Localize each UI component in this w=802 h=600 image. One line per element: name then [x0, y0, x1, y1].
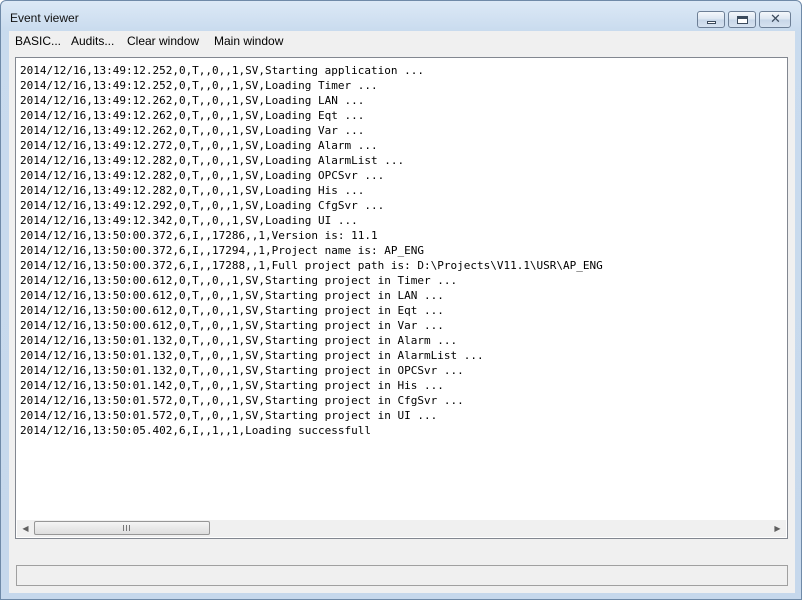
window-title: Event viewer [10, 11, 79, 25]
log-line: 2014/12/16,13:49:12.252,0,T,,0,,1,SV,Loa… [20, 79, 378, 92]
log-line: 2014/12/16,13:50:00.612,0,T,,0,,1,SV,Sta… [20, 304, 444, 317]
log-line: 2014/12/16,13:50:01.142,0,T,,0,,1,SV,Sta… [20, 379, 444, 392]
scroll-left-icon[interactable]: ◀ [17, 520, 34, 537]
log-line: 2014/12/16,13:50:01.132,0,T,,0,,1,SV,Sta… [20, 364, 464, 377]
scroll-right-icon[interactable]: ▶ [769, 520, 786, 537]
log-line: 2014/12/16,13:50:00.612,0,T,,0,,1,SV,Sta… [20, 274, 458, 287]
log-text-area[interactable]: 2014/12/16,13:49:12.252,0,T,,0,,1,SV,Sta… [20, 63, 785, 518]
status-field [16, 565, 788, 586]
log-line: 2014/12/16,13:49:12.342,0,T,,0,,1,SV,Loa… [20, 214, 358, 227]
minimize-button[interactable] [697, 11, 725, 28]
log-line: 2014/12/16,13:50:00.372,6,I,,17288,,1,Fu… [20, 259, 603, 272]
maximize-button[interactable] [728, 11, 756, 28]
menu-main-window[interactable]: Main window [214, 34, 283, 48]
log-line: 2014/12/16,13:50:01.132,0,T,,0,,1,SV,Sta… [20, 334, 458, 347]
log-line: 2014/12/16,13:49:12.292,0,T,,0,,1,SV,Loa… [20, 199, 385, 212]
menu-basic[interactable]: BASIC... [15, 34, 61, 48]
log-line: 2014/12/16,13:50:00.612,0,T,,0,,1,SV,Sta… [20, 319, 444, 332]
menu-clear-window[interactable]: Clear window [127, 34, 199, 48]
log-line: 2014/12/16,13:50:01.572,0,T,,0,,1,SV,Sta… [20, 394, 464, 407]
menu-bar: BASIC... Audits... Clear window Main win… [9, 31, 795, 52]
log-line: 2014/12/16,13:49:12.282,0,T,,0,,1,SV,Loa… [20, 169, 385, 182]
log-line: 2014/12/16,13:50:01.132,0,T,,0,,1,SV,Sta… [20, 349, 484, 362]
log-line: 2014/12/16,13:49:12.262,0,T,,0,,1,SV,Loa… [20, 124, 365, 137]
title-bar[interactable]: Event viewer ✕ [1, 1, 801, 31]
log-line: 2014/12/16,13:50:05.402,6,I,,1,,1,Loadin… [20, 424, 371, 437]
event-viewer-window: Event viewer ✕ BASIC... Audits... Clear … [0, 0, 802, 600]
client-area: 2014/12/16,13:49:12.252,0,T,,0,,1,SV,Sta… [9, 51, 795, 593]
log-line: 2014/12/16,13:50:00.372,6,I,,17294,,1,Pr… [20, 244, 424, 257]
horizontal-scrollbar[interactable]: ◀ ▶ [17, 520, 786, 537]
close-icon: ✕ [770, 12, 781, 27]
scrollbar-thumb[interactable] [34, 521, 210, 535]
log-line: 2014/12/16,13:49:12.272,0,T,,0,,1,SV,Loa… [20, 139, 378, 152]
menu-audits[interactable]: Audits... [71, 34, 114, 48]
log-line: 2014/12/16,13:49:12.282,0,T,,0,,1,SV,Loa… [20, 184, 365, 197]
log-line: 2014/12/16,13:50:01.572,0,T,,0,,1,SV,Sta… [20, 409, 438, 422]
log-line: 2014/12/16,13:49:12.252,0,T,,0,,1,SV,Sta… [20, 64, 424, 77]
log-line: 2014/12/16,13:49:12.262,0,T,,0,,1,SV,Loa… [20, 109, 365, 122]
event-log-list[interactable]: 2014/12/16,13:49:12.252,0,T,,0,,1,SV,Sta… [15, 57, 788, 539]
log-line: 2014/12/16,13:50:00.372,6,I,,17286,,1,Ve… [20, 229, 378, 242]
minimize-icon [707, 21, 716, 24]
log-line: 2014/12/16,13:49:12.262,0,T,,0,,1,SV,Loa… [20, 94, 365, 107]
log-line: 2014/12/16,13:49:12.282,0,T,,0,,1,SV,Loa… [20, 154, 405, 167]
log-line: 2014/12/16,13:50:00.612,0,T,,0,,1,SV,Sta… [20, 289, 444, 302]
close-button[interactable]: ✕ [759, 11, 791, 28]
thumb-grip-icon [123, 525, 130, 531]
maximize-icon [737, 16, 748, 24]
